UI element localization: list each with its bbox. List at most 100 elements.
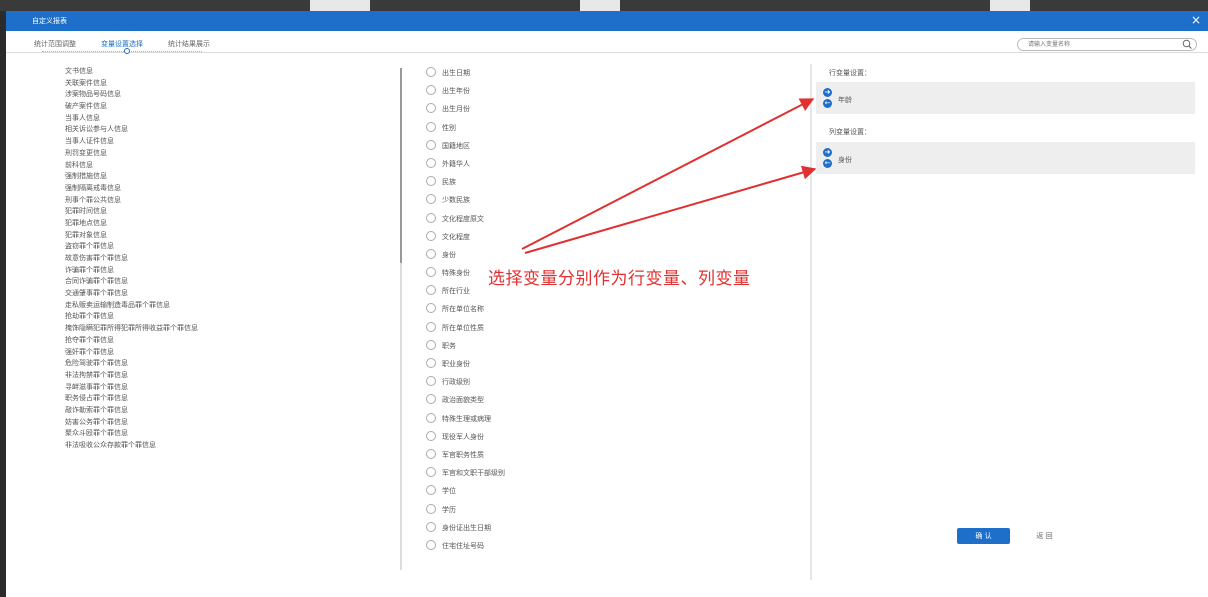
variable-option[interactable]: 所在单位名称 bbox=[425, 300, 805, 318]
search-input[interactable] bbox=[1028, 40, 1178, 49]
add-arrow-icon[interactable]: ➜ bbox=[823, 148, 832, 157]
category-item[interactable]: 聚众斗殴罪个罪信息 bbox=[65, 428, 395, 440]
radio-button[interactable] bbox=[426, 67, 436, 77]
category-item[interactable]: 故意伤害罪个罪信息 bbox=[65, 253, 395, 265]
category-item[interactable]: 当事人证件信息 bbox=[65, 136, 395, 148]
radio-button[interactable] bbox=[426, 157, 436, 168]
radio-button[interactable] bbox=[426, 394, 436, 405]
variable-option[interactable]: 学历 bbox=[425, 501, 805, 519]
variable-option[interactable]: 身份 bbox=[425, 246, 805, 264]
radio-button[interactable] bbox=[426, 121, 436, 132]
variable-option[interactable]: 行政级别 bbox=[425, 373, 805, 391]
remove-arrow-icon[interactable]: ← bbox=[823, 99, 832, 108]
variable-option[interactable]: 性别 bbox=[425, 119, 805, 137]
radio-button[interactable] bbox=[426, 285, 436, 296]
category-item[interactable]: 犯罪地点信息 bbox=[65, 218, 395, 230]
variable-option[interactable]: 国籍地区 bbox=[425, 137, 805, 155]
category-item[interactable]: 破产案件信息 bbox=[65, 101, 395, 113]
category-item[interactable]: 交通肇事罪个罪信息 bbox=[65, 288, 395, 300]
close-icon[interactable]: × bbox=[1191, 14, 1201, 26]
tab-statistics-results[interactable]: 统计结果展示 bbox=[168, 39, 210, 49]
category-item[interactable]: 刑事个罪公共信息 bbox=[65, 195, 395, 207]
category-item[interactable]: 文书信息 bbox=[65, 66, 395, 78]
radio-button[interactable] bbox=[426, 521, 436, 532]
variable-option[interactable]: 民族 bbox=[425, 173, 805, 191]
radio-button[interactable] bbox=[426, 503, 436, 514]
column-variable-title: 列变量设置： bbox=[829, 128, 871, 136]
variable-option[interactable]: 出生年份 bbox=[425, 82, 805, 100]
variable-option[interactable]: 政治面貌类型 bbox=[425, 391, 805, 409]
category-item[interactable]: 抢夺罪个罪信息 bbox=[65, 335, 395, 347]
category-item[interactable]: 危险驾驶罪个罪信息 bbox=[65, 358, 395, 370]
variable-option[interactable]: 学位 bbox=[425, 482, 805, 500]
variable-option[interactable]: 出生日期 bbox=[425, 64, 805, 82]
radio-button[interactable] bbox=[426, 376, 436, 387]
category-item[interactable]: 妨害公务罪个罪信息 bbox=[65, 417, 395, 429]
category-item[interactable]: 敲诈勒索罪个罪信息 bbox=[65, 405, 395, 417]
add-arrow-icon[interactable]: ➜ bbox=[823, 88, 832, 97]
category-item[interactable]: 强制措施信息 bbox=[65, 171, 395, 183]
left-scrollbar[interactable] bbox=[400, 68, 402, 570]
variable-option[interactable]: 军官职务性质 bbox=[425, 446, 805, 464]
category-item[interactable]: 强奸罪个罪信息 bbox=[65, 347, 395, 359]
radio-button[interactable] bbox=[426, 358, 436, 368]
variable-option[interactable]: 军官和文职干部级别 bbox=[425, 464, 805, 482]
radio-button[interactable] bbox=[426, 139, 436, 150]
tab-variable-settings[interactable]: 变量设置选择 bbox=[101, 39, 143, 49]
variable-option[interactable]: 外籍华人 bbox=[425, 155, 805, 173]
category-item[interactable]: 掩饰隐瞒犯罪所得犯罪所得收益罪个罪信息 bbox=[65, 323, 395, 335]
radio-button[interactable] bbox=[426, 176, 436, 187]
variable-option[interactable]: 职业身份 bbox=[425, 355, 805, 373]
radio-button[interactable] bbox=[426, 267, 436, 278]
variable-option[interactable]: 文化程度原文 bbox=[425, 210, 805, 228]
category-item[interactable]: 非法拘禁罪个罪信息 bbox=[65, 370, 395, 382]
tab-statistics-scope[interactable]: 统计范围调整 bbox=[34, 39, 76, 49]
category-item[interactable]: 刑罚变更信息 bbox=[65, 148, 395, 160]
category-item[interactable]: 走私贩卖运输制造毒品罪个罪信息 bbox=[65, 300, 395, 312]
category-item[interactable]: 寻衅滋事罪个罪信息 bbox=[65, 382, 395, 394]
category-item[interactable]: 犯罪对象信息 bbox=[65, 230, 395, 242]
variable-option[interactable]: 现役军人身份 bbox=[425, 428, 805, 446]
variable-option[interactable]: 职务 bbox=[425, 337, 805, 355]
radio-button[interactable] bbox=[426, 485, 436, 496]
radio-button[interactable] bbox=[426, 194, 436, 205]
variable-option[interactable]: 出生月份 bbox=[425, 100, 805, 118]
category-item[interactable]: 抢劫罪个罪信息 bbox=[65, 311, 395, 323]
back-button[interactable]: 返 回 bbox=[1018, 528, 1071, 544]
radio-button[interactable] bbox=[426, 412, 436, 423]
category-item[interactable]: 诈骗罪个罪信息 bbox=[65, 265, 395, 277]
variable-option[interactable]: 所在单位性质 bbox=[425, 319, 805, 337]
left-scrollbar-thumb[interactable] bbox=[400, 68, 402, 263]
category-item[interactable]: 盗窃罪个罪信息 bbox=[65, 241, 395, 253]
search-icon[interactable] bbox=[1182, 38, 1192, 50]
variable-option[interactable]: 身份证出生日期 bbox=[425, 519, 805, 537]
radio-button[interactable] bbox=[426, 103, 436, 114]
radio-button[interactable] bbox=[426, 467, 436, 478]
radio-button[interactable] bbox=[426, 339, 436, 350]
variable-option[interactable]: 特殊生理或病理 bbox=[425, 410, 805, 428]
radio-button[interactable] bbox=[426, 303, 436, 314]
radio-button[interactable] bbox=[426, 430, 436, 441]
category-item[interactable]: 涉案物品号码信息 bbox=[65, 89, 395, 101]
variable-option[interactable]: 文化程度 bbox=[425, 228, 805, 246]
category-item[interactable]: 犯罪时间信息 bbox=[65, 206, 395, 218]
category-item[interactable]: 非法吸收公众存款罪个罪信息 bbox=[65, 440, 395, 452]
radio-button[interactable] bbox=[426, 85, 436, 96]
radio-button[interactable] bbox=[426, 321, 436, 332]
category-item[interactable]: 前科信息 bbox=[65, 160, 395, 172]
remove-arrow-icon[interactable]: ← bbox=[823, 159, 832, 168]
radio-button[interactable] bbox=[426, 448, 436, 459]
category-item[interactable]: 强制隔离戒毒信息 bbox=[65, 183, 395, 195]
variable-option[interactable]: 住宅住址号码 bbox=[425, 537, 805, 555]
category-item[interactable]: 合同诈骗罪个罪信息 bbox=[65, 276, 395, 288]
category-item[interactable]: 关联案件信息 bbox=[65, 78, 395, 90]
radio-button[interactable] bbox=[426, 212, 436, 223]
category-item[interactable]: 职务侵占罪个罪信息 bbox=[65, 393, 395, 405]
category-item[interactable]: 当事人信息 bbox=[65, 113, 395, 125]
confirm-button[interactable]: 确 认 bbox=[957, 528, 1010, 544]
category-item[interactable]: 相关诉讼参与人信息 bbox=[65, 124, 395, 136]
variable-option[interactable]: 少数民族 bbox=[425, 191, 805, 209]
radio-button[interactable] bbox=[426, 539, 436, 550]
radio-button[interactable] bbox=[426, 248, 436, 259]
radio-button[interactable] bbox=[426, 230, 436, 241]
